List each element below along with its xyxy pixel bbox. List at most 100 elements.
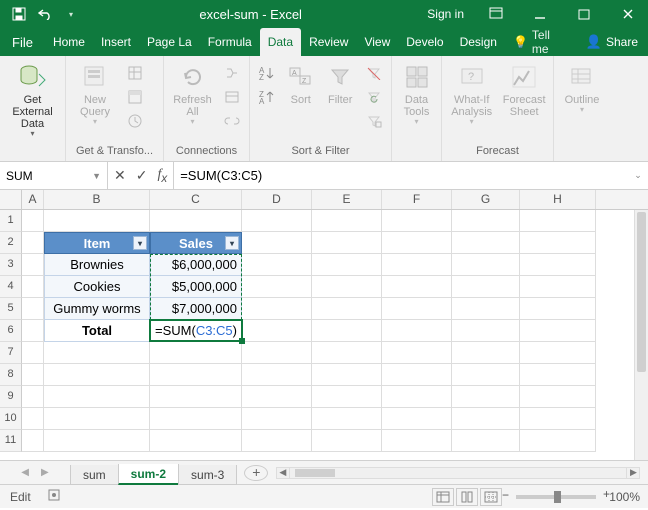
data-tools-button[interactable]: Data Tools ▾ [398, 58, 435, 126]
tab-file[interactable]: File [0, 28, 45, 56]
expand-formula-bar-icon[interactable]: ⌄ [628, 162, 648, 189]
tell-me-search[interactable]: 💡 Tell me [505, 28, 576, 56]
zoom-thumb[interactable] [554, 491, 561, 503]
cell-B5[interactable]: Gummy worms [44, 298, 150, 320]
col-header-A[interactable]: A [22, 190, 44, 209]
tab-page-layout[interactable]: Page La [139, 28, 200, 56]
table-header-sales[interactable]: Sales▾ [150, 232, 242, 254]
row-header-7[interactable]: 7 [0, 342, 22, 364]
row-header-6[interactable]: 6 [0, 320, 22, 342]
ribbon-options-icon[interactable] [476, 0, 516, 28]
cell-C5[interactable]: $7,000,000 [150, 298, 242, 320]
filter-dropdown-icon[interactable]: ▾ [133, 236, 147, 250]
share-button[interactable]: 👤 Share [576, 28, 648, 56]
row-header-11[interactable]: 11 [0, 430, 22, 452]
signin-link[interactable]: Sign in [419, 7, 472, 21]
save-icon[interactable] [8, 3, 30, 25]
name-box-input[interactable] [6, 169, 86, 183]
vertical-scrollbar[interactable] [634, 210, 648, 460]
sheet-nav[interactable]: ◀▶ [0, 467, 70, 478]
name-box[interactable]: ▼ [0, 162, 108, 189]
view-page-break-icon[interactable] [480, 488, 502, 506]
properties-icon[interactable] [221, 86, 243, 108]
col-header-E[interactable]: E [312, 190, 382, 209]
formula-input[interactable] [174, 168, 628, 183]
cell-B4[interactable]: Cookies [44, 276, 150, 298]
minimize-icon[interactable] [520, 0, 560, 28]
advanced-filter-icon[interactable] [363, 110, 385, 132]
row-header-10[interactable]: 10 [0, 408, 22, 430]
recent-sources-icon[interactable] [124, 110, 146, 132]
cell-C6-editing[interactable]: =SUM(C3:C5) [150, 320, 242, 342]
get-external-data-button[interactable]: Get External Data ▾ [6, 58, 59, 138]
tab-view[interactable]: View [356, 28, 398, 56]
reapply-icon[interactable] [363, 86, 385, 108]
row-header-9[interactable]: 9 [0, 386, 22, 408]
tab-home[interactable]: Home [45, 28, 93, 56]
new-sheet-button[interactable]: + [244, 465, 268, 481]
what-if-button[interactable]: ? What-If Analysis ▾ [448, 58, 495, 126]
col-header-F[interactable]: F [382, 190, 452, 209]
sort-button[interactable]: AZ Sort [284, 58, 318, 106]
view-normal-icon[interactable] [432, 488, 454, 506]
from-table-icon[interactable] [124, 86, 146, 108]
tab-insert[interactable]: Insert [93, 28, 139, 56]
show-queries-icon[interactable] [124, 62, 146, 84]
connections-icon[interactable] [221, 62, 243, 84]
col-header-B[interactable]: B [44, 190, 150, 209]
edit-links-icon[interactable] [221, 110, 243, 132]
row-header-1[interactable]: 1 [0, 210, 22, 232]
outline-button[interactable]: Outline ▾ [560, 58, 604, 114]
cell-area[interactable]: 1 2 Item▾ Sales▾ 3 Brownies $6,000,000 4… [0, 210, 648, 460]
col-header-G[interactable]: G [452, 190, 520, 209]
qat-customize-icon[interactable]: ▾ [60, 3, 82, 25]
horizontal-scrollbar[interactable]: ◀ ▶ [276, 467, 640, 479]
filter-button[interactable]: Filter [324, 58, 358, 106]
new-query-button[interactable]: New Query ▾ [72, 58, 118, 126]
row-header-3[interactable]: 3 [0, 254, 22, 276]
sheet-tab-sum-3[interactable]: sum-3 [178, 465, 237, 485]
fx-icon[interactable]: fx [157, 167, 167, 185]
enter-formula-icon[interactable]: ✓ [136, 167, 148, 184]
sheet-tab-sum[interactable]: sum [70, 465, 119, 485]
hscroll-right-icon[interactable]: ▶ [626, 467, 640, 479]
hscroll-left-icon[interactable]: ◀ [276, 467, 290, 479]
forecast-sheet-button[interactable]: Forecast Sheet [501, 58, 547, 118]
undo-icon[interactable] [34, 3, 56, 25]
macro-record-icon[interactable] [41, 488, 67, 505]
name-box-dropdown-icon[interactable]: ▼ [92, 171, 101, 181]
zoom-percent[interactable]: 100% [604, 490, 648, 504]
col-header-C[interactable]: C [150, 190, 242, 209]
col-header-D[interactable]: D [242, 190, 312, 209]
table-header-item[interactable]: Item▾ [44, 232, 150, 254]
row-header-5[interactable]: 5 [0, 298, 22, 320]
sort-asc-icon[interactable]: AZ [256, 62, 278, 84]
select-all-corner[interactable] [0, 190, 22, 209]
vertical-scroll-thumb[interactable] [637, 212, 646, 372]
sort-desc-icon[interactable]: ZA [256, 86, 278, 108]
sheet-nav-prev-icon[interactable]: ◀ [21, 467, 29, 478]
cell-C3[interactable]: $6,000,000 [150, 254, 242, 276]
sheet-tab-sum-2[interactable]: sum-2 [118, 464, 179, 485]
sheet-nav-next-icon[interactable]: ▶ [41, 467, 49, 478]
cell-B3[interactable]: Brownies [44, 254, 150, 276]
tab-formulas[interactable]: Formula [200, 28, 260, 56]
view-page-layout-icon[interactable] [456, 488, 478, 506]
tab-data[interactable]: Data [260, 28, 301, 56]
filter-dropdown-icon[interactable]: ▾ [225, 236, 239, 250]
clear-filter-icon[interactable] [363, 62, 385, 84]
cell-B6[interactable]: Total [44, 320, 150, 342]
close-icon[interactable] [608, 0, 648, 28]
row-header-4[interactable]: 4 [0, 276, 22, 298]
tab-design[interactable]: Design [452, 28, 505, 56]
zoom-slider[interactable] [516, 495, 596, 499]
horizontal-scroll-thumb[interactable] [295, 469, 335, 477]
col-header-H[interactable]: H [520, 190, 596, 209]
refresh-all-button[interactable]: Refresh All ▾ [170, 58, 215, 126]
row-header-8[interactable]: 8 [0, 364, 22, 386]
maximize-icon[interactable] [564, 0, 604, 28]
cancel-formula-icon[interactable]: ✕ [114, 167, 126, 184]
cell-C4[interactable]: $5,000,000 [150, 276, 242, 298]
tab-review[interactable]: Review [301, 28, 356, 56]
row-header-2[interactable]: 2 [0, 232, 22, 254]
